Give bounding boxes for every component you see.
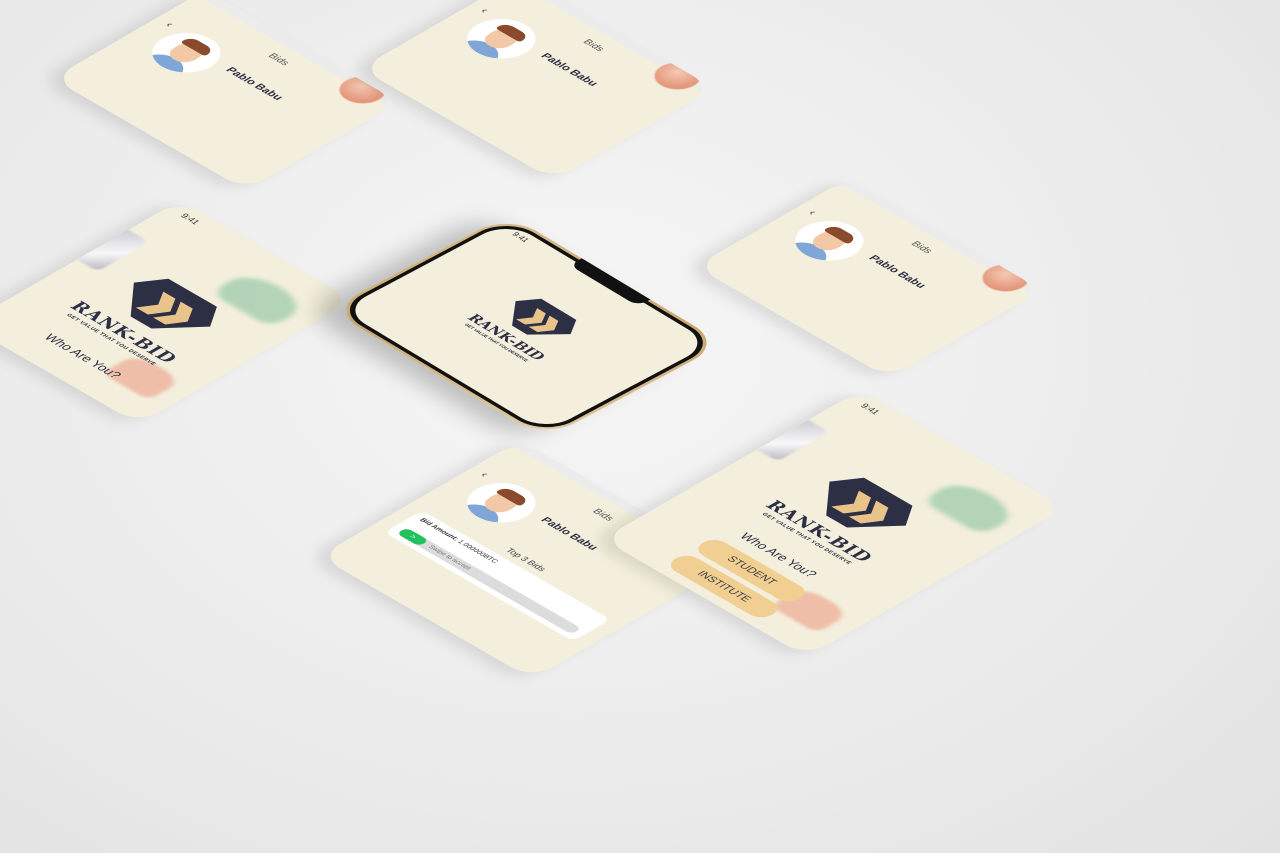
center-phone: 9:41 RANK-BID GET VALUE THAT YOU DESERVE: [328, 214, 826, 510]
avatar: [453, 10, 550, 67]
phone-status-time: 9:41: [509, 231, 532, 244]
status-time: 9:41: [178, 211, 203, 226]
green-blob: [921, 477, 1022, 536]
bid-card: Bid Amount: 1.000000BTC > Swipe to accep…: [384, 510, 611, 642]
welcome-card-left: 9:41 RANK-BID GET VALUE THAT YOU DESERVE…: [0, 200, 354, 425]
back-arrow-icon[interactable]: ‹: [162, 20, 178, 29]
bids-top3-card-top: Bids ‹ Pablo Babu: [360, 0, 714, 181]
phone-brand-tagline: GET VALUE THAT YOU DESERVE: [463, 322, 530, 363]
user-name: Pablo Babu: [537, 51, 601, 89]
user-name: Pablo Babu: [537, 515, 601, 553]
user-name: Pablo Babu: [222, 65, 286, 103]
phone-frame: 9:41 RANK-BID GET VALUE THAT YOU DESERVE: [328, 214, 725, 440]
bids-ongoing-card-top: Bids ‹ Pablo Babu: [51, 0, 399, 191]
phone-brand-name: RANK-BID: [463, 312, 549, 363]
user-name: Pablo Babu: [865, 253, 929, 291]
status-time: 9:41: [858, 401, 883, 416]
phone-screen: 9:41 RANK-BID GET VALUE THAT YOU DESERVE: [341, 220, 712, 433]
back-arrow-icon[interactable]: ‹: [477, 6, 493, 15]
mockup-scene: Bids ‹ Pablo Babu Bids ‹ Pablo Babu 9:41: [0, 0, 1280, 853]
silver-blob: [71, 226, 150, 272]
swipe-arrow-icon[interactable]: >: [396, 527, 430, 547]
avatar: [138, 24, 235, 81]
